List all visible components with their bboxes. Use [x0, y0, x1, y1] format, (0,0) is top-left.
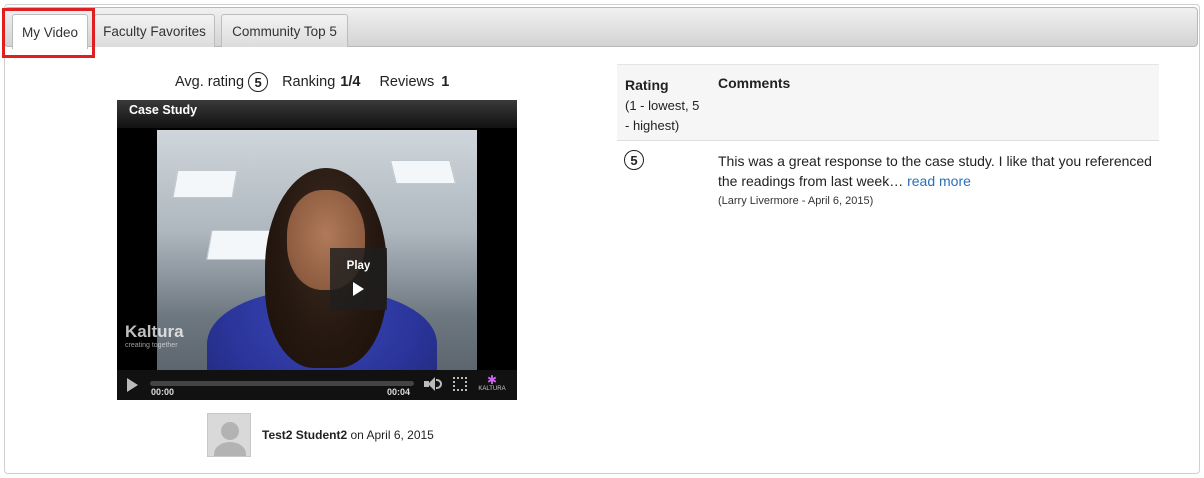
comment-meta: (Larry Livermore - April 6, 2015) — [718, 195, 874, 207]
watermark-tagline: creating together — [125, 342, 178, 349]
reviews-value: 1 — [441, 74, 450, 90]
video-stats: Avg. rating 5 Ranking 1/4 Reviews 1 — [175, 72, 449, 92]
comment-rating-badge: 5 — [624, 150, 644, 170]
avatar — [207, 413, 251, 457]
table-header: Rating (1 - lowest, 5 - highest) Comment… — [617, 64, 1159, 141]
video-title: Case Study — [117, 100, 517, 128]
play-label: Play — [346, 260, 371, 272]
author-date: on April 6, 2015 — [347, 428, 434, 442]
ceiling-light — [206, 230, 274, 260]
author-line: Test2 Student2 on April 6, 2015 — [262, 428, 434, 442]
kaltura-watermark: Kaltura creating together — [125, 322, 184, 349]
video-author: Test2 Student2 on April 6, 2015 — [207, 413, 434, 457]
comments-table: Rating (1 - lowest, 5 - highest) Comment… — [617, 64, 1159, 221]
rating-header: Rating — [625, 77, 669, 93]
tab-faculty-favorites[interactable]: Faculty Favorites — [94, 14, 215, 47]
duration: 00:04 — [387, 387, 411, 397]
current-time: 00:00 — [151, 387, 175, 397]
rating-scale: (1 - lowest, 5 - highest) — [625, 98, 700, 133]
ceiling-light — [172, 170, 238, 198]
active-tab-highlight — [2, 8, 95, 58]
rating-column-header: Rating (1 - lowest, 5 - highest) — [625, 75, 707, 136]
read-more-link[interactable]: read more — [907, 173, 971, 189]
tab-label: Community Top 5 — [232, 23, 337, 39]
ceiling-light — [390, 160, 456, 184]
fullscreen-icon[interactable] — [453, 377, 467, 391]
player-controls: 00:00 00:04 ✱ KALTURA — [117, 370, 517, 400]
kaltura-logo-text: KALTURA — [478, 386, 506, 392]
play-icon[interactable] — [127, 378, 138, 392]
kaltura-star-icon: ✱ — [486, 373, 498, 387]
author-name: Test2 Student2 — [262, 428, 348, 442]
reviews-label: Reviews — [379, 74, 435, 90]
comment-cell: This was a great response to the case st… — [718, 151, 1158, 209]
table-row: 5 This was a great response to the case … — [617, 141, 1159, 221]
volume-icon[interactable] — [424, 377, 444, 391]
comments-column-header: Comments — [718, 75, 791, 91]
avg-rating-label: Avg. rating — [175, 74, 245, 90]
tab-community-top-5[interactable]: Community Top 5 — [221, 14, 348, 47]
seek-bar[interactable] — [150, 381, 414, 386]
ranking-label: Ranking — [282, 74, 336, 90]
tab-label: Faculty Favorites — [103, 23, 206, 39]
play-icon — [353, 282, 364, 296]
video-player[interactable]: Play Kaltura creating together Case Stud… — [117, 100, 517, 400]
video-frame[interactable]: Play — [157, 130, 477, 400]
kaltura-logo[interactable]: ✱ KALTURA — [475, 374, 509, 392]
avg-rating-badge: 5 — [248, 72, 269, 92]
watermark-brand: Kaltura — [125, 322, 184, 341]
ranking-value: 1/4 — [340, 74, 361, 90]
play-overlay-button[interactable]: Play — [330, 248, 387, 310]
